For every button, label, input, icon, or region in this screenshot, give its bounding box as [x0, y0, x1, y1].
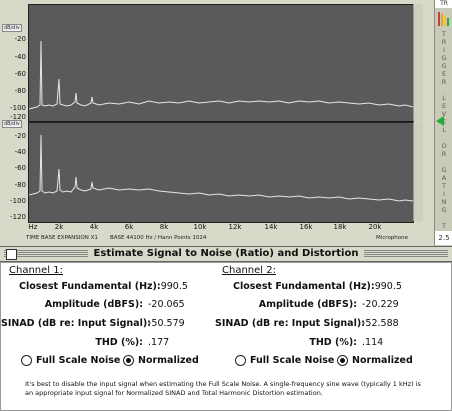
- ch2-radio-normalized-label: Normalized: [352, 355, 413, 366]
- ch1-thd-label-wrap: THD (%):: [1, 337, 143, 348]
- ch1-radio-full-label: Full Scale Noise: [36, 355, 121, 366]
- ch1-radio-full-scale-noise[interactable]: Full Scale Noise: [21, 355, 120, 366]
- radio-checked-icon: [123, 355, 134, 366]
- snr-distortion-dialog: Estimate Signal to Noise (Ratio) and Dis…: [0, 246, 452, 411]
- y-label-top: -40: [14, 53, 26, 61]
- y-label-top: -20: [14, 35, 26, 43]
- trigger-level-sidebar: TR TRIGGERLEVELORGATINGTHRESHOLD 2.5: [434, 0, 452, 294]
- ch2-radio-full-scale-noise[interactable]: Full Scale Noise: [235, 355, 334, 366]
- ch2-thd-label: THD (%):: [309, 337, 357, 348]
- y-label-bottom: -60: [14, 164, 26, 172]
- ch1-amplitude-value: -20.065: [148, 299, 185, 310]
- radio-checked-icon: [337, 355, 348, 366]
- x-tick-label: 10k: [193, 223, 207, 231]
- ch2-radio-full-label: Full Scale Noise: [250, 355, 335, 366]
- ch1-sinad-label: SINAD (dB re: Input Signal):: [1, 318, 151, 329]
- trigger-level-slider-icon[interactable]: [436, 116, 444, 126]
- ch1-fundamental-label: Closest Fundamental (Hz):: [19, 281, 161, 292]
- channel-1-heading: Channel 1:: [9, 265, 63, 276]
- x-tick-label: 18k: [333, 223, 347, 231]
- scrollbar-channel-2[interactable]: [413, 122, 423, 221]
- ch2-amplitude-value: -20.229: [362, 299, 399, 310]
- dialog-content: Channel 1: Closest Fundamental (Hz):990.…: [0, 262, 452, 411]
- ch1-thd-value: .177: [148, 337, 170, 348]
- spectrum-trace-channel-2: [28, 134, 414, 202]
- spectrum-trace-channel-1: [28, 40, 414, 122]
- db-per-div-tag-top[interactable]: dB/div: [2, 24, 22, 32]
- radio-unchecked-icon: [235, 355, 246, 366]
- trigger-level-value: 2.5: [435, 231, 452, 245]
- ch1-fundamental-value: 990.5: [160, 281, 188, 292]
- ch1-thd-label: THD (%):: [95, 337, 143, 348]
- ch2-sinad-value: -52.588: [362, 318, 399, 329]
- input-source-label[interactable]: Microphone: [376, 235, 408, 241]
- dialog-title-bar[interactable]: Estimate Signal to Noise (Ratio) and Dis…: [0, 247, 452, 262]
- db-per-div-tag-bottom[interactable]: dB/div: [2, 120, 22, 128]
- ch2-fundamental-value: 990.5: [374, 281, 402, 292]
- spectrum-plot-channel-1[interactable]: [28, 4, 414, 123]
- help-note: It's best to disable the input signal wh…: [25, 380, 421, 397]
- time-base-expansion-label[interactable]: TIME BASE EXPANSION X1: [26, 235, 98, 241]
- ch2-sinad-label: SINAD (dB re: Input Signal):: [215, 318, 365, 329]
- ch2-sinad-label-wrap: SINAD (dB re: Input Signal):: [215, 318, 365, 329]
- x-tick-label: 12k: [228, 223, 242, 231]
- y-label-bottom: -80: [14, 181, 26, 189]
- analyzer-status-bar: TIME BASE EXPANSION X1 BASE 44100 Hz / H…: [0, 234, 434, 244]
- ch2-fundamental-label: Closest Fundamental (Hz):: [233, 281, 375, 292]
- channel-2-heading: Channel 2:: [222, 265, 276, 276]
- x-tick-label: 8k: [159, 223, 169, 231]
- radio-unchecked-icon: [21, 355, 32, 366]
- ch2-fundamental-row: Closest Fundamental (Hz):990.5: [233, 281, 402, 292]
- scrollbar-channel-1[interactable]: [413, 4, 423, 121]
- ch1-amplitude-label: Amplitude (dBFS):: [44, 299, 143, 310]
- y-label-top: -80: [14, 87, 26, 95]
- y-label-top: -60: [14, 70, 26, 78]
- x-axis: Hz 2k 4k 6k 8k 10k 12k 14k 16k 18k 20k: [28, 223, 412, 233]
- y-label-bottom: -120: [10, 213, 26, 221]
- dialog-title: Estimate Signal to Noise (Ratio) and Dis…: [87, 248, 365, 259]
- ch2-amplitude-label: Amplitude (dBFS):: [258, 299, 357, 310]
- x-tick-label: 4k: [89, 223, 99, 231]
- ch1-sinad-label-wrap: SINAD (dB re: Input Signal):: [1, 318, 151, 329]
- spectrum-plot-channel-2[interactable]: [28, 122, 414, 223]
- x-tick-label: 6k: [124, 223, 134, 231]
- spectrum-analyzer-window: dB/div dB/div -20 -40 -60 -80 -100 -120 …: [0, 0, 434, 246]
- x-tick-label: Hz: [28, 223, 38, 231]
- y-label-top: -100: [10, 104, 26, 112]
- sample-rate-label[interactable]: BASE 44100 Hz / Hann Points 1024: [110, 235, 206, 241]
- ch1-radio-normalized[interactable]: Normalized: [123, 355, 199, 366]
- x-tick-label: 16k: [299, 223, 313, 231]
- ch1-radio-normalized-label: Normalized: [138, 355, 199, 366]
- ch2-thd-label-wrap: THD (%):: [215, 337, 357, 348]
- ch1-amplitude-label-wrap: Amplitude (dBFS):: [1, 299, 143, 310]
- x-tick-label: 2k: [54, 223, 64, 231]
- trigger-top-label: TR: [435, 0, 452, 8]
- y-label-bottom: -100: [10, 197, 26, 205]
- level-meter-icon: [438, 10, 450, 26]
- x-tick-label: 20k: [368, 223, 382, 231]
- x-tick-label: 14k: [264, 223, 278, 231]
- ch1-sinad-value: -50.579: [148, 318, 185, 329]
- y-label-top: -120: [10, 113, 26, 121]
- ch1-fundamental-row: Closest Fundamental (Hz):990.5: [19, 281, 188, 292]
- ch2-thd-value: .114: [362, 337, 384, 348]
- y-label-bottom: -20: [14, 132, 26, 140]
- ch2-amplitude-label-wrap: Amplitude (dBFS):: [215, 299, 357, 310]
- ch2-radio-normalized[interactable]: Normalized: [337, 355, 413, 366]
- y-label-bottom: -40: [14, 148, 26, 156]
